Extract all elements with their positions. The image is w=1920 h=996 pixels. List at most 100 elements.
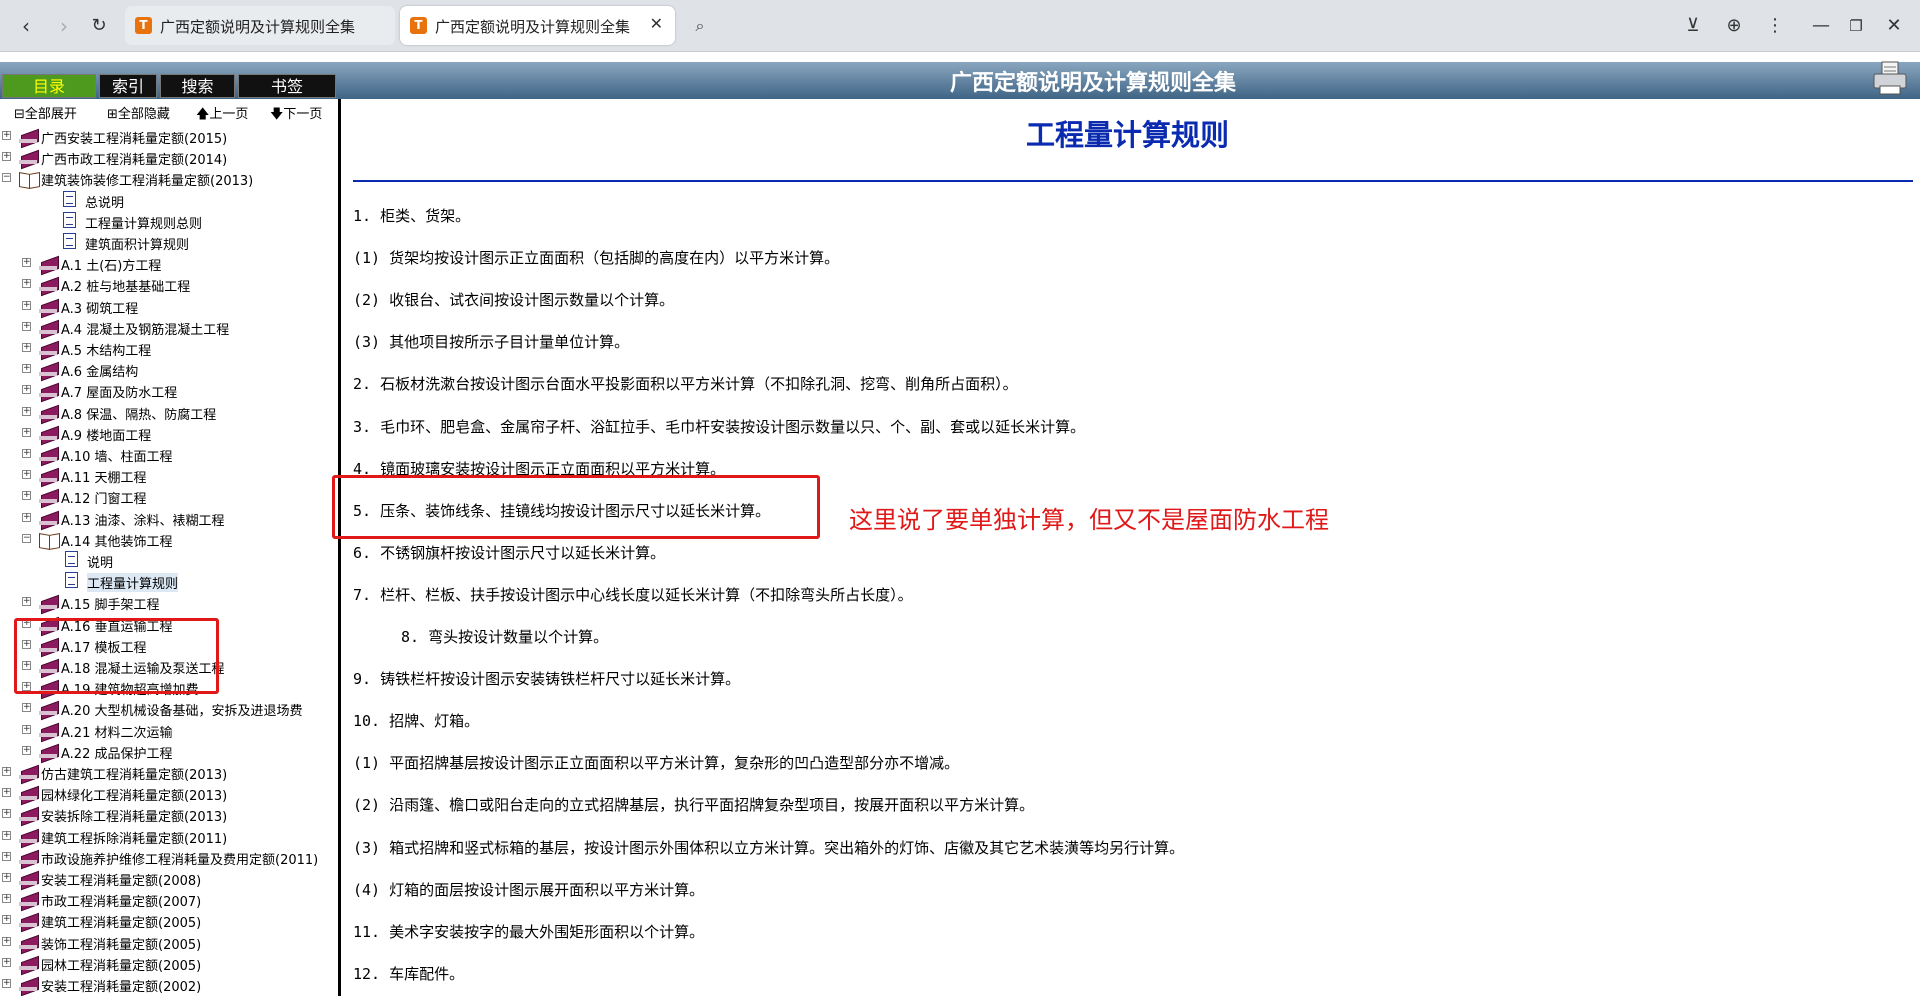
expand-icon[interactable]: +	[2, 915, 11, 925]
rule-line: 9. 铸铁栏杆按设计图示安装铸铁栏杆尺寸以延长米计算。	[353, 670, 741, 689]
tree-item[interactable]: + 园林绿化工程消耗量定额(2013)	[0, 783, 338, 806]
expand-icon[interactable]: +	[2, 767, 11, 776]
minimize-icon[interactable]: —	[1807, 12, 1835, 40]
tree-item[interactable]: + 建筑工程拆除消耗量定额(2011)	[0, 826, 338, 848]
tree-item[interactable]: − 建筑装饰装修工程消耗量定额(2013)	[0, 168, 338, 189]
page-title: 工程量计算规则	[1026, 118, 1230, 152]
tree-item[interactable]: 工程量计算规则	[0, 571, 338, 593]
expand-icon[interactable]: +	[22, 449, 31, 458]
download-icon[interactable]: ⊻	[1679, 12, 1707, 40]
tree-item[interactable]: + A.21 材料二次运输	[0, 720, 338, 742]
expand-icon[interactable]: +	[22, 512, 31, 522]
expand-icon[interactable]: +	[22, 470, 31, 480]
tree-item[interactable]: + 安装拆除工程消耗量定额(2013)	[0, 804, 338, 827]
expand-icon[interactable]: +	[2, 809, 11, 819]
expand-icon[interactable]: +	[22, 703, 31, 713]
expand-icon[interactable]: +	[2, 936, 11, 946]
browser-toolbar: ‹ › ↻ T 广西定额说明及计算规则全集 T 广西定额说明及计算规则全集 ✕ …	[0, 0, 1920, 52]
tree-item[interactable]: + A.11 天棚工程	[0, 465, 338, 488]
tree-item[interactable]: + 园林工程消耗量定额(2005)	[0, 953, 338, 976]
tree-item[interactable]: + A.6 金属结构	[0, 359, 338, 382]
expand-icon[interactable]: +	[22, 321, 31, 331]
tree-item[interactable]: + 广西安装工程消耗量定额(2015)	[0, 126, 338, 149]
expand-icon[interactable]: +	[22, 745, 31, 755]
tab-search[interactable]: 搜索	[160, 74, 235, 98]
toc-toolbar: ⊟全部展开 ⊞全部隐藏 🡅上一页 🡇下一页	[0, 103, 338, 122]
back-icon[interactable]: ‹	[12, 12, 40, 40]
tab-index[interactable]: 索引	[99, 74, 157, 98]
expand-icon[interactable]: +	[22, 258, 31, 268]
prev-page-button[interactable]: 🡅上一页	[196, 103, 248, 127]
expand-icon[interactable]: +	[22, 724, 31, 734]
collapse-all-button[interactable]: ⊞全部隐藏	[107, 103, 170, 122]
more-menu-icon[interactable]: ⋮	[1761, 12, 1789, 40]
tree-item[interactable]: + 广西市政工程消耗量定额(2014)	[0, 147, 338, 170]
expand-icon[interactable]: +	[2, 830, 11, 840]
expand-icon[interactable]: +	[22, 597, 31, 607]
close-window-icon[interactable]: ✕	[1880, 12, 1908, 40]
tree-item[interactable]: + 装饰工程消耗量定额(2005)	[0, 932, 338, 954]
tree-item[interactable]: + A.20 大型机械设备基础，安拆及进退场费	[0, 698, 338, 721]
expand-icon[interactable]: +	[2, 894, 11, 904]
tree-item[interactable]: + A.22 成品保护工程	[0, 741, 338, 764]
expand-icon[interactable]: +	[2, 873, 11, 882]
tree-item[interactable]: + 仿古建筑工程消耗量定额(2013)	[0, 762, 338, 785]
annotation-box-content	[332, 475, 820, 539]
expand-icon[interactable]: +	[22, 406, 31, 416]
expand-icon[interactable]: +	[22, 364, 31, 374]
tree-item[interactable]: 工程量计算规则总则	[0, 211, 338, 232]
tree-item[interactable]: 总说明	[0, 190, 338, 211]
expand-icon[interactable]: +	[22, 385, 31, 395]
tree-item[interactable]: + 建筑工程消耗量定额(2005)	[0, 910, 338, 933]
tree-item[interactable]: + A.9 楼地面工程	[0, 423, 338, 446]
expand-icon[interactable]: +	[2, 979, 11, 988]
collapse-icon[interactable]: −	[2, 173, 11, 183]
tab-bookmarks[interactable]: 书签	[238, 74, 336, 98]
tab-contents[interactable]: 目录	[2, 74, 96, 98]
toc-panel: ⊟全部展开 ⊞全部隐藏 🡅上一页 🡇下一页 + 广西安装工程消耗量定额(2015)…	[0, 99, 338, 996]
expand-icon[interactable]: +	[2, 957, 11, 967]
tree-item-label: A.1 土(石)方工程	[61, 259, 162, 275]
tree-item[interactable]: + A.1 土(石)方工程	[0, 253, 338, 276]
restore-icon[interactable]: ❐	[1842, 12, 1870, 40]
expand-icon[interactable]: +	[22, 491, 31, 501]
tree-item[interactable]: + A.3 砌筑工程	[0, 296, 338, 318]
tree-item[interactable]: 说明	[0, 550, 338, 571]
close-tab-icon[interactable]: ✕	[650, 14, 663, 33]
tree-item[interactable]: + A.12 门窗工程	[0, 486, 338, 509]
tree-item[interactable]: + A.2 桩与地基基础工程	[0, 274, 338, 297]
forward-icon[interactable]: ›	[50, 12, 78, 40]
tree-item[interactable]: + A.8 保温、隔热、防腐工程	[0, 402, 338, 424]
tree-item[interactable]: 建筑面积计算规则	[0, 232, 338, 253]
tree-item[interactable]: + A.4 混凝土及钢筋混凝土工程	[0, 317, 338, 340]
globe-icon[interactable]: ⊕	[1720, 12, 1748, 40]
refresh-icon[interactable]: ↻	[85, 12, 113, 40]
tree-item[interactable]: − A.14 其他装饰工程	[0, 529, 338, 550]
printer-icon[interactable]	[1870, 58, 1910, 98]
browser-tab-1[interactable]: T 广西定额说明及计算规则全集	[125, 6, 395, 45]
expand-icon[interactable]: +	[22, 343, 31, 352]
expand-icon[interactable]: +	[22, 300, 31, 310]
tree-item[interactable]: + A.13 油漆、涂料、裱糊工程	[0, 508, 338, 530]
browser-tab-2[interactable]: T 广西定额说明及计算规则全集 ✕	[400, 6, 675, 45]
tree-item[interactable]: + A.10 墙、柱面工程	[0, 444, 338, 467]
expand-icon[interactable]: +	[2, 788, 11, 798]
next-page-button[interactable]: 🡇下一页	[270, 103, 322, 127]
tree-item[interactable]: + 市政工程消耗量定额(2007)	[0, 889, 338, 912]
expand-icon[interactable]: +	[22, 279, 31, 289]
tree-item[interactable]: + A.15 脚手架工程	[0, 592, 338, 615]
expand-icon[interactable]: +	[2, 152, 11, 162]
title-divider	[353, 180, 1913, 182]
expand-all-button[interactable]: ⊟全部展开	[14, 103, 77, 122]
expand-icon[interactable]: +	[22, 427, 31, 437]
tree-item-label: 园林绿化工程消耗量定额(2013)	[41, 789, 228, 805]
tree-item[interactable]: + A.5 木结构工程	[0, 338, 338, 361]
tree-item[interactable]: + 安装工程消耗量定额(2002)	[0, 974, 338, 996]
search-tabs-icon[interactable]: ⌕	[684, 12, 716, 40]
tree-item[interactable]: + A.7 屋面及防水工程	[0, 380, 338, 403]
tree-item[interactable]: + 市政设施养护维修工程消耗量及费用定额(2011)	[0, 847, 338, 870]
collapse-icon[interactable]: −	[22, 533, 31, 543]
expand-icon[interactable]: +	[2, 131, 11, 140]
tree-item[interactable]: + 安装工程消耗量定额(2008)	[0, 868, 338, 891]
expand-icon[interactable]: +	[2, 851, 11, 861]
